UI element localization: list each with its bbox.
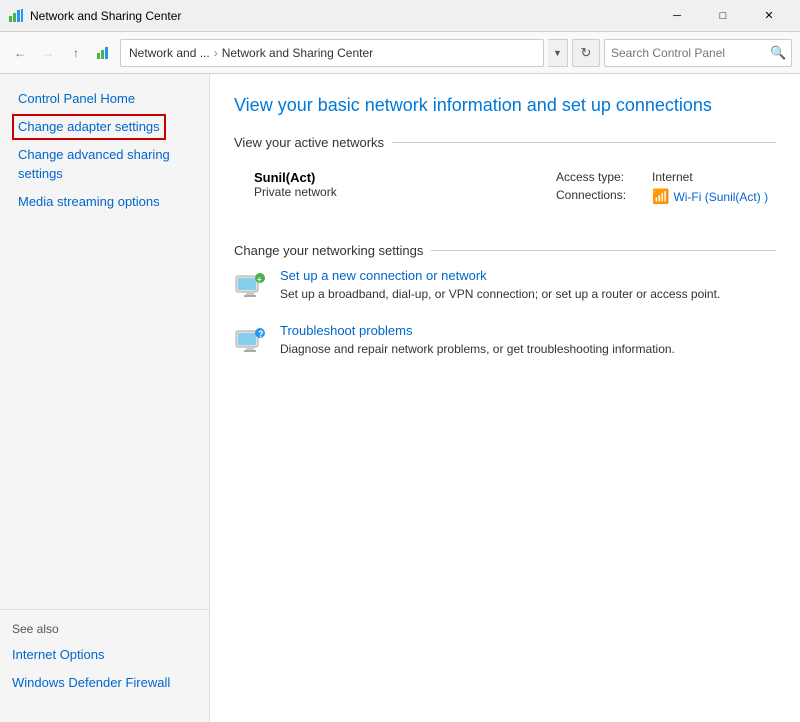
settings-header: Change your networking settings bbox=[234, 243, 776, 258]
back-button[interactable]: ← bbox=[8, 41, 32, 65]
address-path[interactable]: Network and ... › Network and Sharing Ce… bbox=[120, 39, 544, 67]
address-dropdown-button[interactable]: ▼ bbox=[548, 39, 568, 67]
sidebar-item-media-streaming[interactable]: Media streaming options bbox=[12, 189, 197, 215]
setup-connection-icon: + bbox=[234, 268, 266, 300]
address-bar: ← → ↑ Network and ... › Network and Shar… bbox=[0, 32, 800, 74]
setup-connection-content: Set up a new connection or network Set u… bbox=[280, 268, 720, 303]
sidebar-nav: Control Panel Home Change adapter settin… bbox=[0, 86, 209, 609]
svg-text:?: ? bbox=[258, 329, 264, 339]
troubleshoot-icon: ? bbox=[234, 323, 266, 355]
network-name: Sunil(Act) bbox=[254, 170, 337, 185]
up-button[interactable]: ↑ bbox=[64, 41, 88, 65]
connections-row: Connections: 📶 Wi-Fi (Sunil(Act) ) bbox=[556, 188, 776, 205]
main-container: Control Panel Home Change adapter settin… bbox=[0, 74, 800, 722]
setup-connection-item: + Set up a new connection or network Set… bbox=[234, 268, 776, 303]
access-type-row: Access type: Internet bbox=[556, 170, 776, 184]
app-icon bbox=[8, 8, 24, 24]
sidebar-item-internet-options[interactable]: Internet Options bbox=[12, 642, 197, 668]
search-box[interactable]: 🔍 bbox=[604, 39, 792, 67]
minimize-button[interactable]: ─ bbox=[654, 0, 700, 32]
access-type-value: Internet bbox=[652, 170, 693, 184]
network-card: Sunil(Act) Private network Access type: … bbox=[234, 160, 776, 227]
maximize-button[interactable]: □ bbox=[700, 0, 746, 32]
sidebar-item-change-adapter-settings[interactable]: Change adapter settings bbox=[12, 114, 166, 140]
troubleshoot-desc: Diagnose and repair network problems, or… bbox=[280, 341, 675, 358]
troubleshoot-item: ? Troubleshoot problems Diagnose and rep… bbox=[234, 323, 776, 358]
troubleshoot-link[interactable]: Troubleshoot problems bbox=[280, 323, 675, 338]
page-title: View your basic network information and … bbox=[234, 94, 776, 117]
close-button[interactable]: ✕ bbox=[746, 0, 792, 32]
search-input[interactable] bbox=[611, 46, 766, 60]
path-segment-2: Network and Sharing Center bbox=[222, 46, 373, 60]
connections-label: Connections: bbox=[556, 188, 646, 205]
active-networks-header: View your active networks bbox=[234, 135, 776, 150]
wifi-bars-icon: 📶 bbox=[652, 188, 669, 205]
forward-button[interactable]: → bbox=[36, 41, 60, 65]
svg-text:+: + bbox=[257, 275, 262, 284]
search-icon: 🔍 bbox=[770, 45, 786, 61]
network-identity: Sunil(Act) Private network bbox=[254, 170, 337, 199]
access-type-label: Access type: bbox=[556, 170, 646, 184]
sidebar: Control Panel Home Change adapter settin… bbox=[0, 74, 210, 722]
sidebar-item-control-panel-home[interactable]: Control Panel Home bbox=[12, 86, 197, 112]
troubleshoot-content: Troubleshoot problems Diagnose and repai… bbox=[280, 323, 675, 358]
sidebar-item-windows-firewall[interactable]: Windows Defender Firewall bbox=[12, 670, 197, 696]
window-controls: ─ □ ✕ bbox=[654, 0, 792, 32]
setup-connection-desc: Set up a broadband, dial-up, or VPN conn… bbox=[280, 286, 720, 303]
network-info: Access type: Internet Connections: 📶 Wi-… bbox=[556, 170, 776, 209]
connection-name: Wi-Fi (Sunil(Act) ) bbox=[673, 190, 768, 204]
refresh-button[interactable]: ↻ bbox=[572, 39, 600, 67]
wifi-connection-link[interactable]: 📶 Wi-Fi (Sunil(Act) ) bbox=[652, 188, 768, 205]
settings-section: + Set up a new connection or network Set… bbox=[234, 268, 776, 358]
title-bar: Network and Sharing Center ─ □ ✕ bbox=[0, 0, 800, 32]
see-also-label: See also bbox=[12, 622, 197, 636]
content-area: View your basic network information and … bbox=[210, 74, 800, 722]
sidebar-see-also: See also Internet Options Windows Defend… bbox=[0, 609, 209, 710]
network-type: Private network bbox=[254, 185, 337, 199]
network-path-icon bbox=[96, 45, 112, 61]
sidebar-item-change-advanced-sharing[interactable]: Change advanced sharing settings bbox=[12, 142, 197, 186]
path-segment-1: Network and ... bbox=[129, 46, 210, 60]
window-title: Network and Sharing Center bbox=[30, 9, 654, 23]
setup-connection-link[interactable]: Set up a new connection or network bbox=[280, 268, 720, 283]
